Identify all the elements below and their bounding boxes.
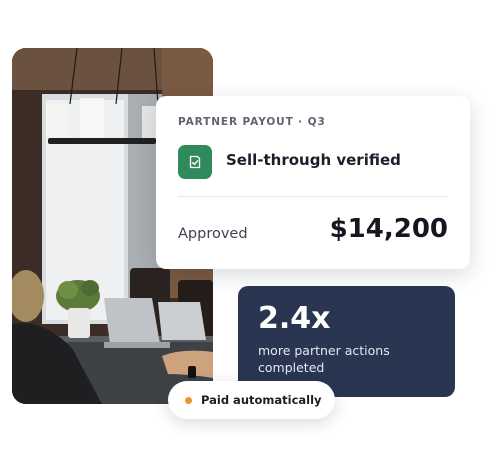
status-dot-icon: [185, 396, 192, 404]
partner-payout-card: PARTNER PAYOUT · Q3 Sell-through verifie…: [156, 96, 470, 269]
payout-amount: $14,200: [329, 214, 448, 244]
verified-label: Sell-through verified: [226, 151, 401, 169]
check-badge-icon: [178, 145, 212, 179]
stat-caption: more partner actions completed: [258, 343, 390, 375]
payout-eyebrow: PARTNER PAYOUT · Q3: [178, 116, 326, 128]
paid-label: Paid automatically: [201, 393, 322, 407]
stat-value: 2.4x: [258, 301, 331, 336]
paid-automatically-pill: Paid automatically: [168, 381, 335, 419]
check-badge-glyph: [189, 155, 201, 169]
status-label: Approved: [178, 226, 248, 242]
card-divider: [178, 196, 448, 197]
